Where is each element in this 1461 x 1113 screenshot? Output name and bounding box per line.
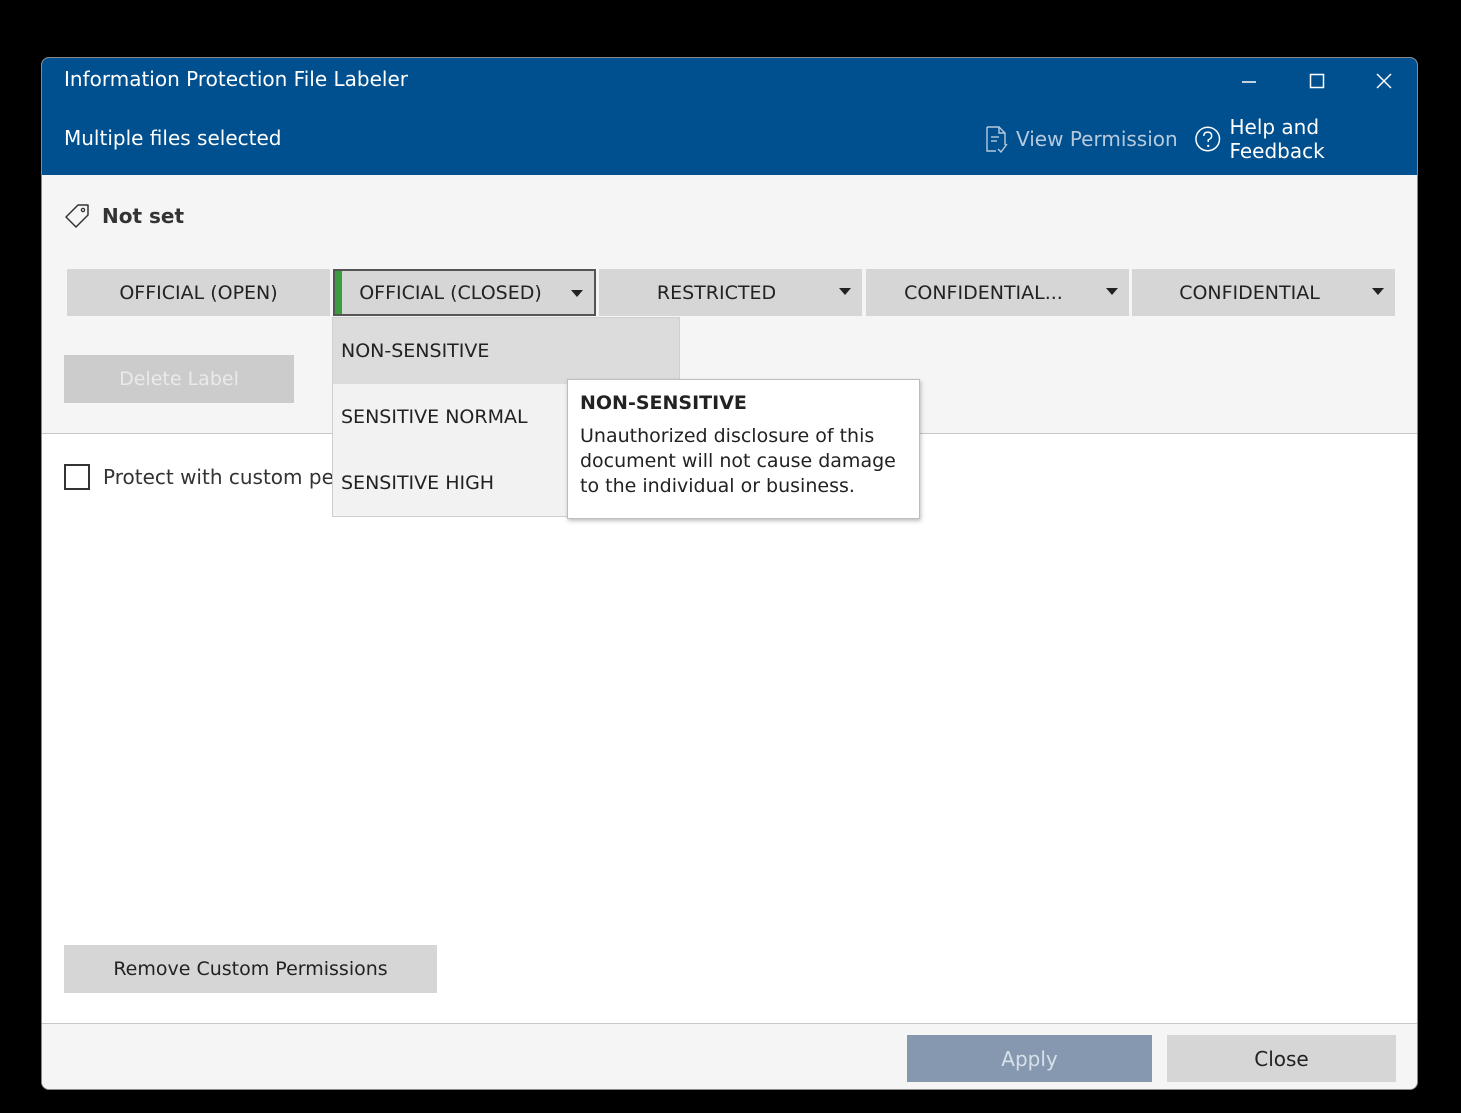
dropdown-arrow-icon — [1372, 288, 1384, 295]
app-window: Information Protection File Labeler Mult… — [41, 57, 1418, 1090]
dropdown-arrow-icon — [1106, 288, 1118, 295]
title-bar: Information Protection File Labeler Mult… — [42, 58, 1417, 175]
footer-bar: Apply Close — [42, 1023, 1417, 1089]
selection-status: Multiple files selected — [64, 126, 282, 150]
label-button-text: OFFICIAL (OPEN) — [119, 281, 278, 304]
apply-button[interactable]: Apply — [907, 1035, 1152, 1082]
document-permission-icon — [986, 126, 1008, 153]
current-label-text: Not set — [102, 204, 185, 228]
maximize-button[interactable] — [1297, 66, 1337, 96]
close-window-button[interactable] — [1364, 66, 1404, 96]
view-permission-button[interactable]: View Permission — [984, 124, 1178, 154]
window-title: Information Protection File Labeler — [64, 67, 408, 91]
protect-custom-permissions[interactable]: Protect with custom per — [64, 464, 342, 490]
delete-label-button[interactable]: Delete Label — [64, 355, 294, 403]
close-icon — [1376, 73, 1392, 89]
protect-custom-label: Protect with custom per — [103, 465, 343, 489]
help-icon — [1195, 126, 1221, 152]
label-button-text: OFFICIAL (CLOSED) — [359, 281, 542, 304]
label-button-text: CONFIDENTIAL — [1179, 281, 1320, 304]
protect-custom-checkbox[interactable] — [64, 464, 90, 490]
remove-custom-permissions-button[interactable]: Remove Custom Permissions — [64, 945, 437, 993]
label-button-official-open[interactable]: OFFICIAL (OPEN) — [67, 269, 330, 316]
label-button-official-closed[interactable]: OFFICIAL (CLOSED) — [333, 269, 596, 316]
current-label: Not set — [64, 203, 184, 229]
view-permission-label: View Permission — [1016, 127, 1178, 151]
label-button-text: RESTRICTED — [656, 281, 777, 304]
dropdown-item-non-sensitive[interactable]: NON-SENSITIVE — [333, 318, 679, 384]
tooltip-body: Unauthorized disclosure of this document… — [580, 425, 896, 497]
tag-icon — [65, 204, 89, 228]
dropdown-arrow-icon — [839, 288, 851, 295]
maximize-icon — [1309, 73, 1325, 89]
selected-indicator — [335, 271, 342, 314]
label-button-restricted[interactable]: RESTRICTED — [599, 269, 862, 316]
label-button-text: CONFIDENTIAL... — [904, 281, 1063, 304]
minimize-icon — [1242, 81, 1256, 83]
minimize-button[interactable] — [1229, 66, 1269, 96]
dropdown-arrow-icon — [571, 290, 583, 297]
label-button-confidential-sub[interactable]: CONFIDENTIAL... — [866, 269, 1129, 316]
tooltip-title: NON-SENSITIVE — [580, 392, 747, 414]
help-feedback-button[interactable]: Help and Feedback — [1194, 115, 1417, 163]
help-feedback-label: Help and Feedback — [1229, 115, 1325, 163]
close-button[interactable]: Close — [1167, 1035, 1396, 1082]
label-tooltip: NON-SENSITIVE Unauthorized disclosure of… — [567, 379, 920, 519]
label-button-confidential[interactable]: CONFIDENTIAL — [1132, 269, 1395, 316]
